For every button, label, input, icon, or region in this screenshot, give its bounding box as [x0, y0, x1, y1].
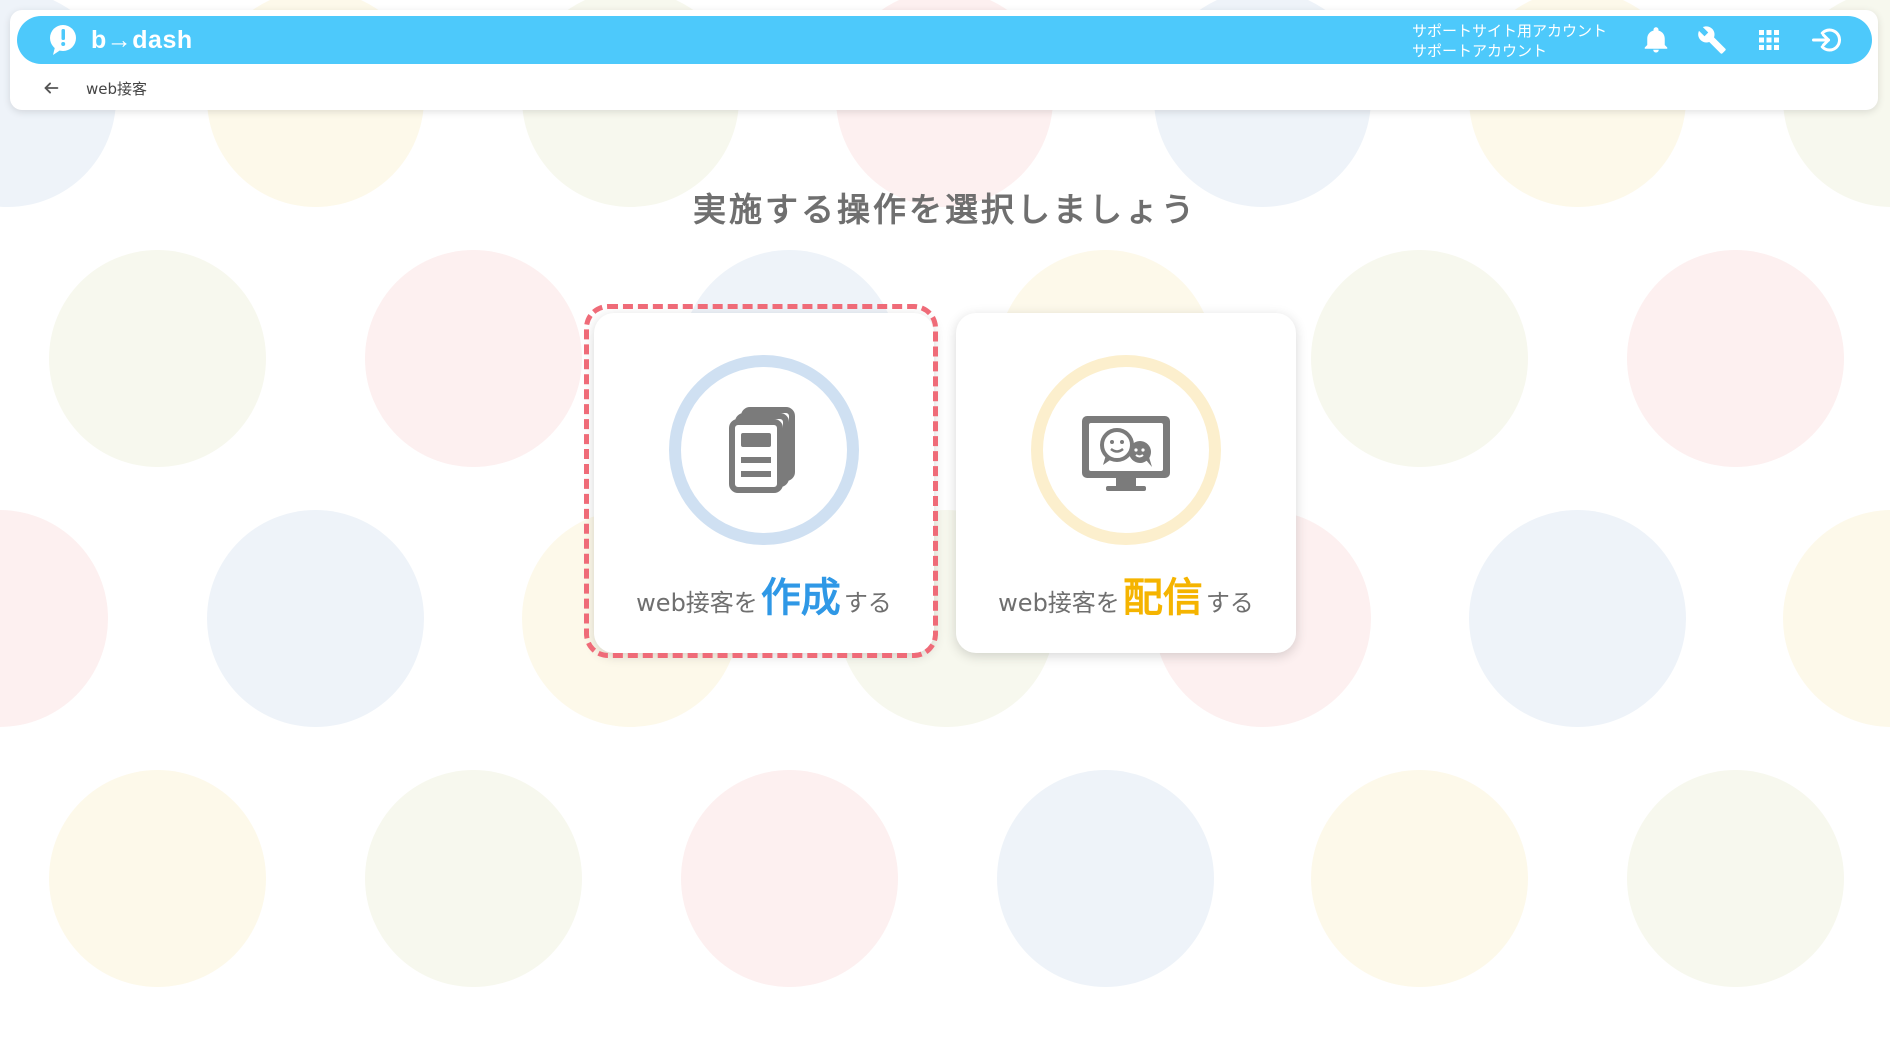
logo-bubble-icon [50, 25, 76, 55]
background-dot [49, 250, 266, 467]
background-dot-pattern [0, 0, 1890, 1063]
apps-grid-icon[interactable] [1754, 25, 1784, 55]
bell-icon[interactable] [1641, 25, 1671, 55]
account-info[interactable]: サポートサイト用アカウント サポートアカウント [1412, 21, 1607, 61]
background-dot [49, 770, 266, 987]
wrench-icon[interactable] [1697, 25, 1727, 55]
background-dot [365, 770, 582, 987]
background-dot [1311, 770, 1528, 987]
background-dot [207, 510, 424, 727]
create-card-label: web接客を作成 する [594, 565, 934, 623]
background-dot [1311, 250, 1528, 467]
account-name-primary: サポートサイト用アカウント [1412, 22, 1608, 40]
card-label-prefix: web接客を [636, 589, 758, 617]
deliver-web-engagement-card[interactable]: web接客を配信 する [956, 313, 1296, 653]
document-stack-icon [669, 355, 859, 545]
logo-text: b→dash [91, 25, 193, 54]
header-panel: b→dash サポートサイト用アカウント サポートアカウント web接客 [10, 10, 1878, 110]
page-title: 実施する操作を選択しましょう [693, 190, 1197, 229]
card-label-emphasis: 作成 [760, 575, 841, 621]
background-dot [1627, 770, 1844, 987]
background-dot [0, 510, 108, 727]
background-dot [681, 770, 898, 987]
logout-icon[interactable] [1811, 25, 1841, 55]
breadcrumb: web接客 [40, 76, 147, 100]
background-dot [365, 250, 582, 467]
account-name-secondary: サポートアカウント [1412, 42, 1548, 60]
brand-logo[interactable]: b→dash [45, 24, 193, 56]
card-label-emphasis: 配信 [1122, 575, 1203, 621]
card-label-suffix: する [1205, 589, 1254, 617]
top-bar: b→dash サポートサイト用アカウント サポートアカウント [17, 16, 1872, 64]
background-dot [1783, 510, 1890, 727]
background-dot [997, 770, 1214, 987]
create-web-engagement-card[interactable]: web接客を作成 する [594, 313, 934, 653]
breadcrumb-current: web接客 [86, 79, 148, 98]
back-arrow-icon[interactable] [40, 77, 62, 99]
background-dot [1627, 250, 1844, 467]
card-label-prefix: web接客を [998, 589, 1120, 617]
monitor-chat-icon [1031, 355, 1221, 545]
deliver-card-label: web接客を配信 する [956, 565, 1296, 623]
background-dot [1469, 510, 1686, 727]
card-label-suffix: する [843, 589, 892, 617]
